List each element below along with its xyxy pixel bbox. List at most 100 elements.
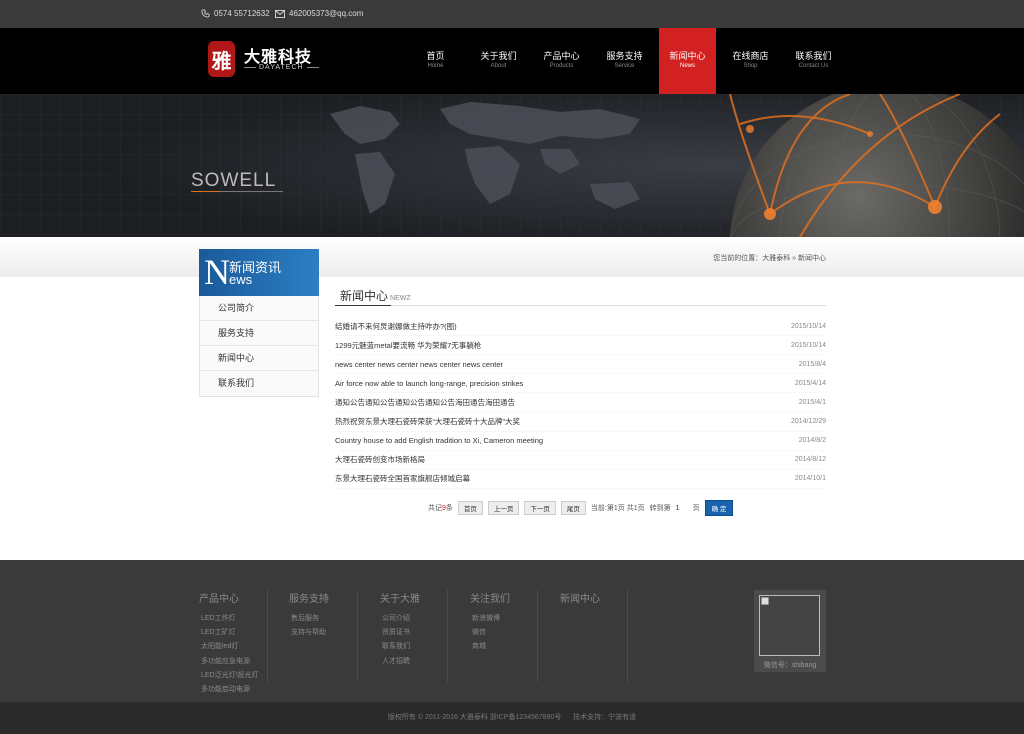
nav-item-products[interactable]: 产品中心 Products xyxy=(530,28,593,94)
pager-last-button[interactable]: 尾页 xyxy=(560,501,586,515)
footer-divider xyxy=(537,590,538,682)
footer-divider xyxy=(267,590,268,682)
footer-col-title: 关注我们 xyxy=(470,594,510,605)
copyright-text: 版权所有 © 2011-2016 大雅泰科 浙ICP备1234567890号 xyxy=(387,714,562,721)
news-title[interactable]: 大理石瓷砖创变市场新格局 xyxy=(335,454,425,465)
footer-divider xyxy=(627,590,628,682)
breadcrumb: 您当前的位置：大雅泰科 » 新闻中心 xyxy=(713,255,826,262)
phone-info: 0574 55712632 xyxy=(201,9,270,18)
qr-image xyxy=(759,595,820,656)
pager-first-button[interactable]: 首页 xyxy=(457,501,483,515)
footer-link[interactable]: 多功能启动电源 xyxy=(199,683,259,697)
section-title-sub: NEWZ xyxy=(390,295,411,302)
nav-label: 产品中心 xyxy=(543,51,580,61)
news-row[interactable]: 热烈祝贺东景大理石瓷砖荣获“大理石瓷砖十大品牌”大奖 2014/12/29 xyxy=(335,412,826,432)
nav-label: 关于我们 xyxy=(480,51,517,61)
news-date: 2014/8/12 xyxy=(794,456,826,464)
nav-sublabel: Home xyxy=(427,63,444,69)
footer-link[interactable]: 公司介绍 xyxy=(380,612,420,626)
section-divider-accent xyxy=(335,305,391,306)
footer-col-title: 服务支持 xyxy=(289,594,329,605)
footer-col-news: 新闻中心 xyxy=(560,590,600,612)
nav-item-shop[interactable]: 在线商店 Shop xyxy=(719,28,782,94)
news-title[interactable]: Air force now able to launch long-range,… xyxy=(335,379,523,388)
nav-label: 联系我们 xyxy=(795,51,832,61)
sidebar-header-sub: ews xyxy=(229,272,253,287)
nav-item-home[interactable]: 首页 Home xyxy=(404,28,467,94)
footer-col-service: 服务支持 售后服务 支持与帮助 xyxy=(289,590,329,640)
mail-icon xyxy=(275,9,285,18)
pager-prev-button[interactable]: 上一页 xyxy=(487,501,520,515)
news-title[interactable]: Country house to add English tradition t… xyxy=(335,436,543,445)
news-title[interactable]: 通知公告通知公告通知公告通知公告海田通告海田通告 xyxy=(335,397,515,408)
news-row[interactable]: 大理石瓷砖创变市场新格局 2014/8/12 xyxy=(335,451,826,470)
news-title[interactable]: 热烈祝贺东景大理石瓷砖荣获“大理石瓷砖十大品牌”大奖 xyxy=(335,416,520,427)
pager-go-button[interactable]: 确 定 xyxy=(704,500,734,516)
news-row[interactable]: 通知公告通知公告通知公告通知公告海田通告海田通告 2015/4/1 xyxy=(335,393,826,413)
news-row[interactable]: 结婚请不来何炅谢娜做主持咋办?(图) 2015/10/14 xyxy=(335,317,826,337)
footer-link[interactable]: LED工作灯 xyxy=(199,612,259,626)
sidebar-header: N 新闻资讯 ews xyxy=(199,249,319,296)
nav-item-about[interactable]: 关于我们 About xyxy=(467,28,530,94)
footer-link[interactable]: LED泛光灯\投光灯 xyxy=(199,669,259,683)
footer-col-title: 新闻中心 xyxy=(560,594,600,605)
news-row[interactable]: Country house to add English tradition t… xyxy=(335,432,826,451)
footer-link[interactable]: 太阳能led灯 xyxy=(199,640,259,654)
nav-sublabel: News xyxy=(679,63,695,69)
nav-sublabel: Products xyxy=(549,63,574,69)
footer-link[interactable]: 商城 xyxy=(470,640,510,654)
nav-label: 新闻中心 xyxy=(669,51,706,61)
footer-link[interactable]: 多功能应急电源 xyxy=(199,655,259,669)
footer-col-follow: 关注我们 新浪微博 微信 商城 xyxy=(470,590,510,655)
nav-item-service[interactable]: 服务支持 Service xyxy=(593,28,656,94)
footer-link[interactable]: 支持与帮助 xyxy=(289,626,329,640)
news-date: 2015/4/14 xyxy=(794,379,826,387)
footer-col-title: 关于大雅 xyxy=(380,594,420,605)
footer-link[interactable]: 微信 xyxy=(470,626,510,640)
nav-item-contact[interactable]: 联系我们 Contact Us xyxy=(782,28,845,94)
content-top-bar xyxy=(0,237,1024,277)
nav-item-news[interactable]: 新闻中心 News xyxy=(659,28,716,94)
pager-next-button[interactable]: 下一页 xyxy=(524,501,556,515)
sidebar-item-news[interactable]: 新闻中心 xyxy=(200,346,318,371)
sidebar-header-letter: N xyxy=(204,252,230,292)
news-date: 2015/4/1 xyxy=(798,398,826,406)
footer-col-title: 产品中心 xyxy=(199,594,239,605)
logo[interactable]: 雅 大雅科技 DAYATECH xyxy=(208,39,319,83)
footer-link[interactable]: 人才招聘 xyxy=(380,655,420,669)
footer-link[interactable]: 新浪微博 xyxy=(470,612,510,626)
news-row[interactable]: Air force now able to launch long-range,… xyxy=(335,374,826,394)
nav-sublabel: About xyxy=(490,63,507,69)
footer-divider xyxy=(357,590,358,682)
logo-name-en-wrap: DAYATECH xyxy=(244,64,319,71)
footer-divider xyxy=(447,590,448,682)
top-bar: 0574 55712632 462005373@qq.com xyxy=(0,0,1024,28)
footer-link[interactable]: LED工矿灯 xyxy=(199,626,259,640)
news-row[interactable]: news center news center news center news… xyxy=(335,355,826,375)
footer-link[interactable]: 售后服务 xyxy=(289,612,329,626)
pagination: 共记9条 首页 上一页 下一页 尾页 当前:第1页 共1页 转到第 1 页 确 … xyxy=(428,500,734,516)
news-title[interactable]: 东景大理石瓷砖全国首家旗舰店倾城启幕 xyxy=(335,473,470,484)
footer-link[interactable]: 资质证书 xyxy=(380,626,420,640)
sidebar-item-contact[interactable]: 联系我们 xyxy=(200,371,318,396)
phone-text: 0574 55712632 xyxy=(214,9,270,18)
footer-link[interactable]: 联系我们 xyxy=(380,640,420,654)
sidebar-item-service[interactable]: 服务支持 xyxy=(200,321,318,346)
sidebar-item-about[interactable]: 公司简介 xyxy=(200,296,318,321)
logo-name-en: DAYATECH xyxy=(259,64,304,71)
banner-underline-accent xyxy=(191,191,219,192)
email-text[interactable]: 462005373@qq.com xyxy=(289,9,363,18)
news-title[interactable]: 1299元魅蓝metal要流畅 华为荣耀7无事躺枪 xyxy=(335,340,481,351)
news-date: 2014/10/1 xyxy=(794,475,826,483)
news-row[interactable]: 1299元魅蓝metal要流畅 华为荣耀7无事躺枪 2015/10/14 xyxy=(335,336,826,356)
news-title[interactable]: 结婚请不来何炅谢娜做主持咋办?(图) xyxy=(335,321,457,332)
footer: 产品中心 LED工作灯 LED工矿灯 太阳能led灯 多功能应急电源 LED泛光… xyxy=(0,560,1024,702)
world-map-illustration xyxy=(0,94,1024,237)
pager-page-input[interactable]: 1 xyxy=(676,505,688,512)
news-row[interactable]: 东景大理石瓷砖全国首家旗舰店倾城启幕 2014/10/1 xyxy=(335,470,826,489)
email-info: 462005373@qq.com xyxy=(275,9,363,18)
news-title[interactable]: news center news center news center news… xyxy=(335,360,503,369)
tech-support-text[interactable]: 技术支持：宁波有道 xyxy=(573,714,636,721)
banner: SOWELL xyxy=(0,94,1024,237)
banner-text: SOWELL xyxy=(191,170,277,191)
